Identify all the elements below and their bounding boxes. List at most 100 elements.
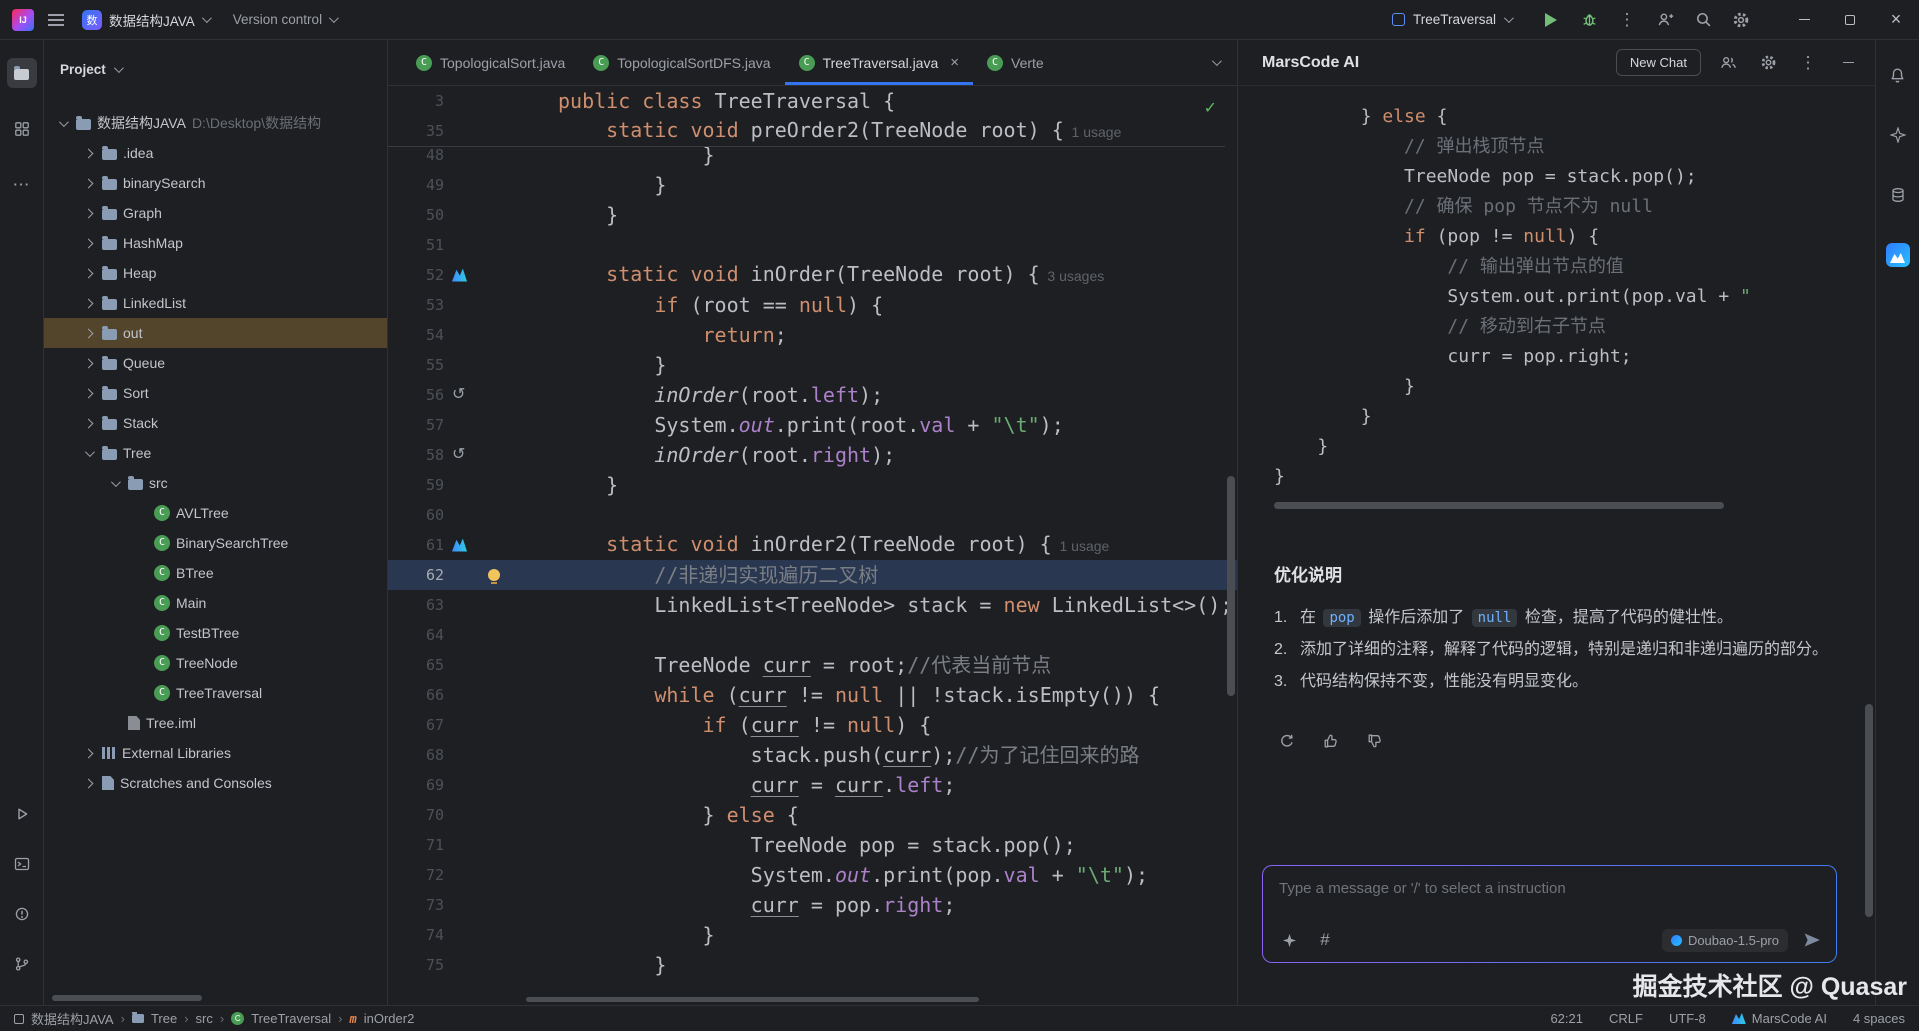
tree-chevron[interactable] — [80, 390, 96, 397]
editor-hscrollbar[interactable] — [526, 997, 979, 1002]
tree-chevron[interactable] — [54, 120, 70, 127]
tree-chevron[interactable] — [80, 450, 96, 457]
status-crlf[interactable]: CRLF — [1609, 1011, 1643, 1026]
tree-item-treenode[interactable]: TreeNode — [44, 648, 387, 678]
tree-item-main[interactable]: Main — [44, 588, 387, 618]
recursive-call-icon[interactable]: ↺ — [452, 447, 465, 463]
tree-chevron[interactable] — [80, 330, 96, 337]
problems-tool-button[interactable] — [7, 899, 37, 929]
tree-item-linkedlist[interactable]: LinkedList — [44, 288, 387, 318]
code-line[interactable]: 3public class TreeTraversal { — [388, 86, 1225, 116]
tree-item-idea[interactable]: .idea — [44, 138, 387, 168]
code-line[interactable]: 69 curr = curr.left; — [388, 770, 1237, 800]
thumbs-up-button[interactable] — [1318, 728, 1344, 754]
tree-item-src[interactable]: src — [44, 468, 387, 498]
project-tool-button[interactable] — [7, 58, 37, 88]
tab-treetraversal-java[interactable]: TreeTraversal.java× — [785, 40, 973, 85]
code-line[interactable]: 51 — [388, 230, 1237, 260]
breadcrumb-item-java[interactable]: 数据结构JAVA — [14, 1009, 114, 1028]
tree-item-java[interactable]: 数据结构JAVA D:\Desktop\数据结构 — [44, 108, 387, 138]
run-button[interactable] — [1537, 6, 1565, 34]
ai-community-button[interactable] — [1715, 50, 1741, 76]
code-line[interactable]: 70 } else { — [388, 800, 1237, 830]
intention-bulb-icon[interactable] — [488, 569, 500, 581]
code-line[interactable]: 59 } — [388, 470, 1237, 500]
code-line[interactable]: 75 } — [388, 950, 1237, 980]
code-line[interactable]: 65 TreeNode curr = root;//代表当前节点 — [388, 650, 1237, 680]
usages-hint[interactable]: 1 usage — [1064, 124, 1122, 140]
tree-item-binarysearchtree[interactable]: BinarySearchTree — [44, 528, 387, 558]
code-line[interactable]: 52 static void inOrder(TreeNode root) { … — [388, 260, 1237, 290]
main-menu-icon[interactable] — [48, 14, 64, 26]
ai-more-button[interactable]: ⋮ — [1795, 50, 1821, 76]
tree-chevron[interactable] — [80, 300, 96, 307]
code-line[interactable]: 68 stack.push(curr);//为了记住回来的路 — [388, 740, 1237, 770]
database-tool-button[interactable] — [1883, 180, 1913, 210]
status-62-21[interactable]: 62:21 — [1550, 1011, 1583, 1026]
breadcrumb-item-tree[interactable]: Tree — [132, 1011, 177, 1026]
debug-button[interactable] — [1575, 6, 1603, 34]
status-4-spaces[interactable]: 4 spaces — [1853, 1011, 1905, 1026]
model-selector[interactable]: Doubao-1.5-pro — [1662, 929, 1788, 952]
code-line[interactable]: 50 } — [388, 200, 1237, 230]
run-tool-button[interactable] — [7, 799, 37, 829]
tab-verte[interactable]: Verte — [973, 40, 1058, 85]
code-line[interactable]: 61 static void inOrder2(TreeNode root) {… — [388, 530, 1237, 560]
recursive-call-icon[interactable]: ↺ — [452, 387, 465, 403]
tree-item-external-libraries[interactable]: External Libraries — [44, 738, 387, 768]
regenerate-button[interactable] — [1274, 728, 1300, 754]
code-with-me-button[interactable] — [1651, 6, 1679, 34]
code-line[interactable]: 71 TreeNode pop = stack.pop(); — [388, 830, 1237, 860]
tree-chevron[interactable] — [80, 750, 96, 757]
more-actions-button[interactable]: ⋮ — [1613, 6, 1641, 34]
tree-item-avltree[interactable]: AVLTree — [44, 498, 387, 528]
project-panel-header[interactable]: Project — [44, 40, 387, 84]
search-everywhere-button[interactable] — [1689, 6, 1717, 34]
vcs-widget[interactable]: Version control — [233, 12, 336, 27]
code-line[interactable]: 49 } — [388, 170, 1237, 200]
code-line[interactable]: 62 //非递归实现遍历二叉树 — [388, 560, 1237, 590]
tab-topologicalsort-java[interactable]: TopologicalSort.java — [402, 40, 579, 85]
structure-tool-button[interactable] — [7, 114, 37, 144]
tree-chevron[interactable] — [80, 210, 96, 217]
tab-topologicalsortdfs-java[interactable]: TopologicalSortDFS.java — [579, 40, 784, 85]
window-minimize-button[interactable] — [1781, 0, 1827, 40]
ai-hide-button[interactable] — [1835, 50, 1861, 76]
marscode-tool-button[interactable] — [1883, 240, 1913, 270]
tree-item-scratches-and-consoles[interactable]: Scratches and Consoles — [44, 768, 387, 798]
send-button[interactable] — [1800, 928, 1824, 952]
tree-item-binarysearch[interactable]: binarySearch — [44, 168, 387, 198]
breadcrumb-item-treetraversal[interactable]: TreeTraversal — [231, 1011, 331, 1026]
prompt-enhance-button[interactable] — [1277, 928, 1301, 952]
code-line[interactable]: 58↺ inOrder(root.right); — [388, 440, 1237, 470]
run-configuration-widget[interactable]: TreeTraversal — [1392, 12, 1511, 27]
thumbs-down-button[interactable] — [1362, 728, 1388, 754]
window-maximize-button[interactable] — [1827, 0, 1873, 40]
context-hash-button[interactable]: # — [1313, 928, 1337, 952]
ai-settings-button[interactable] — [1755, 50, 1781, 76]
tree-item-sort[interactable]: Sort — [44, 378, 387, 408]
tree-item-btree[interactable]: BTree — [44, 558, 387, 588]
code-line[interactable]: 66 while (curr != null || !stack.isEmpty… — [388, 680, 1237, 710]
tree-chevron[interactable] — [80, 270, 96, 277]
tree-item-out[interactable]: out — [44, 318, 387, 348]
tree-chevron[interactable] — [80, 780, 96, 787]
code-line[interactable]: 57 System.out.print(root.val + "\t"); — [388, 410, 1237, 440]
ai-message-input[interactable]: Type a message or '/' to select a instru… — [1263, 866, 1836, 962]
project-widget[interactable]: 数 数据结构JAVA — [82, 10, 209, 30]
code-line[interactable]: 56↺ inOrder(root.left); — [388, 380, 1237, 410]
tree-item-heap[interactable]: Heap — [44, 258, 387, 288]
more-tool-windows-button[interactable]: ⋯ — [7, 170, 37, 200]
breadcrumb-item-src[interactable]: src — [196, 1011, 213, 1026]
tree-chevron[interactable] — [80, 150, 96, 157]
usages-hint[interactable]: 3 usages — [1040, 268, 1105, 284]
ai-code-hscrollbar[interactable] — [1274, 502, 1724, 509]
code-line[interactable]: 73 curr = pop.right; — [388, 890, 1237, 920]
marscode-gutter-icon[interactable] — [452, 269, 467, 282]
tree-item-stack[interactable]: Stack — [44, 408, 387, 438]
tree-item-hashmap[interactable]: HashMap — [44, 228, 387, 258]
tree-item-tree[interactable]: Tree — [44, 438, 387, 468]
project-hscrollbar[interactable] — [52, 995, 202, 1001]
version-control-tool-button[interactable] — [7, 949, 37, 979]
code-line[interactable]: 54 return; — [388, 320, 1237, 350]
